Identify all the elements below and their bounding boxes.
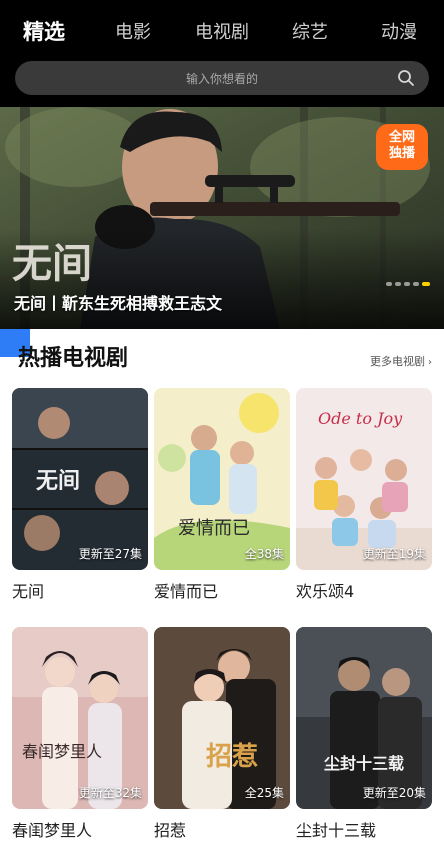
category-tabs: 精选 电影 电视剧 综艺 动漫 xyxy=(0,14,444,50)
more-tv-link[interactable]: 更多电视剧 › xyxy=(370,353,432,369)
show-title[interactable]: 招惹 xyxy=(154,817,290,841)
show-card[interactable]: 无间 更新至27集 无间 xyxy=(12,388,148,602)
tab-featured[interactable]: 精选 xyxy=(23,16,65,46)
hero-title[interactable]: 无间丨靳东生死相搏救王志文 xyxy=(14,290,222,314)
show-title[interactable]: 欢乐颂4 xyxy=(296,578,432,602)
exclusive-badge: 全网 独播 xyxy=(376,124,428,170)
show-card[interactable]: Ode to Joy 更新至19集 欢乐颂4 xyxy=(296,388,432,602)
show-title[interactable]: 尘封十三载 xyxy=(296,817,432,841)
show-card[interactable]: 招惹 全25集 招惹 xyxy=(154,627,290,841)
poster[interactable]: 无间 更新至27集 xyxy=(12,388,148,570)
tab-tv-series[interactable]: 电视剧 xyxy=(195,18,249,44)
episode-status: 更新至20集 xyxy=(362,786,426,800)
carousel-dot[interactable] xyxy=(386,282,392,286)
top-bar: 精选 电影 电视剧 综艺 动漫 输入你想看的 xyxy=(0,0,444,107)
carousel-dot-active[interactable] xyxy=(422,282,430,286)
tab-variety[interactable]: 综艺 xyxy=(292,18,328,44)
poster-image: 尘封十三载 xyxy=(296,627,432,809)
poster-image: Ode to Joy xyxy=(296,388,432,570)
carousel-dot[interactable] xyxy=(404,282,410,286)
poster-title-art: 无间 xyxy=(36,468,80,494)
poster[interactable]: 春闺梦里人 更新至32集 xyxy=(12,627,148,809)
carousel-dot[interactable] xyxy=(395,282,401,286)
show-title[interactable]: 爱情而已 xyxy=(154,578,290,602)
poster-image: 爱情而已 xyxy=(154,388,290,570)
episode-status: 全25集 xyxy=(244,786,284,800)
poster-title-art: Ode to Joy xyxy=(318,409,403,428)
poster-title-art: 招惹 xyxy=(206,742,258,772)
poster[interactable]: Ode to Joy 更新至19集 xyxy=(296,388,432,570)
carousel-dot[interactable] xyxy=(413,282,419,286)
poster-image: 无间 xyxy=(12,388,148,570)
hero-banner[interactable]: 无间 全网 独播 无间丨靳东生死相搏救王志文 xyxy=(0,107,444,329)
episode-status: 更新至32集 xyxy=(78,786,142,800)
show-card[interactable]: 春闺梦里人 更新至32集 春闺梦里人 xyxy=(12,627,148,841)
search-bar[interactable]: 输入你想看的 xyxy=(15,61,429,95)
episode-status: 全38集 xyxy=(244,547,284,561)
hero-logo-text: 无间 xyxy=(12,240,92,287)
carousel-indicator xyxy=(383,271,430,290)
poster[interactable]: 招惹 全25集 xyxy=(154,627,290,809)
episode-status: 更新至27集 xyxy=(78,547,142,561)
poster[interactable]: 尘封十三载 更新至20集 xyxy=(296,627,432,809)
episode-status: 更新至19集 xyxy=(362,547,426,561)
show-title[interactable]: 无间 xyxy=(12,578,148,602)
search-icon[interactable] xyxy=(397,69,415,87)
more-tv-label: 更多电视剧 xyxy=(370,355,425,368)
poster-title-art: 尘封十三载 xyxy=(324,754,404,773)
show-title[interactable]: 春闺梦里人 xyxy=(12,817,148,841)
poster-image: 招惹 xyxy=(154,627,290,809)
poster-title-art: 爱情而已 xyxy=(178,518,250,539)
poster[interactable]: 爱情而已 全38集 xyxy=(154,388,290,570)
poster-image: 春闺梦里人 xyxy=(12,627,148,809)
show-card[interactable]: 爱情而已 全38集 爱情而已 xyxy=(154,388,290,602)
search-placeholder: 输入你想看的 xyxy=(185,72,258,86)
section-title: 热播电视剧 xyxy=(18,346,129,371)
tab-anime[interactable]: 动漫 xyxy=(381,18,417,44)
chevron-right-icon: › xyxy=(428,357,432,368)
tab-movies[interactable]: 电影 xyxy=(115,18,151,44)
show-card[interactable]: 尘封十三载 更新至20集 尘封十三载 xyxy=(296,627,432,841)
poster-title-art: 春闺梦里人 xyxy=(22,742,102,761)
